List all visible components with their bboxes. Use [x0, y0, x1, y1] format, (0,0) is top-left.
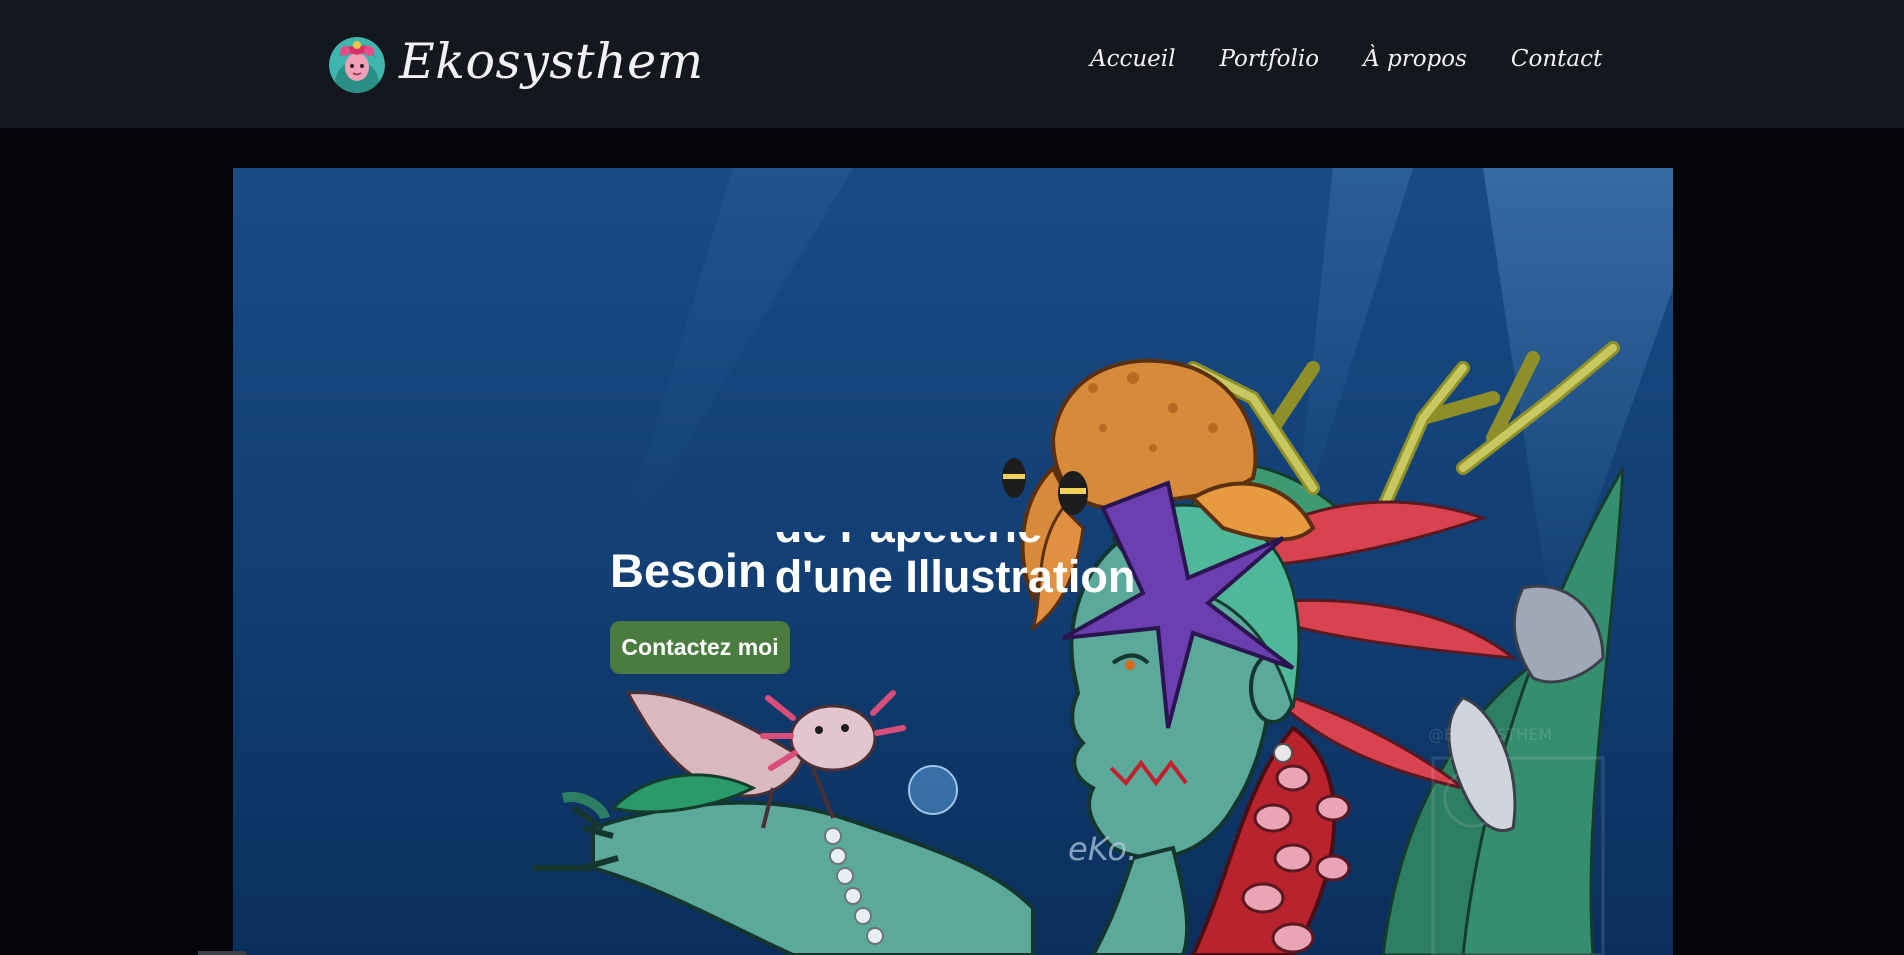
hero-banner: eKo. @EKOSYSTHEM Besoin de Papeterie d'u…	[233, 168, 1673, 955]
brand-logo-link[interactable]: Ekosysthem	[329, 30, 704, 100]
brand-name: Ekosysthem	[399, 32, 704, 90]
nav-link-a-propos[interactable]: À propos	[1363, 46, 1467, 74]
hero-rotating-line-1: de Papeterie	[775, 532, 1215, 552]
contact-me-button[interactable]: Contactez moi	[610, 621, 790, 674]
site-header: Ekosysthem Accueil Portfolio À propos Co…	[0, 0, 1904, 128]
hero-rotating-text: de Papeterie d'une Illustration	[775, 532, 1215, 596]
nav-link-accueil[interactable]: Accueil	[1090, 46, 1176, 74]
hero-static-word: Besoin	[610, 544, 767, 597]
main-nav: Accueil Portfolio À propos Contact	[1090, 46, 1602, 74]
svg-text:@EKOSYSTHEM: @EKOSYSTHEM	[1428, 725, 1552, 744]
avatar-logo-icon	[329, 37, 385, 93]
hero-rotating-line-2: d'une Illustration	[774, 551, 1136, 597]
nav-link-contact[interactable]: Contact	[1511, 46, 1602, 74]
svg-text:eKo.: eKo.	[1068, 830, 1137, 868]
hero-headline: Besoin de Papeterie d'une Illustration	[610, 532, 1215, 596]
nav-link-portfolio[interactable]: Portfolio	[1220, 46, 1320, 74]
horizontal-scrollbar-thumb[interactable]	[198, 951, 246, 955]
